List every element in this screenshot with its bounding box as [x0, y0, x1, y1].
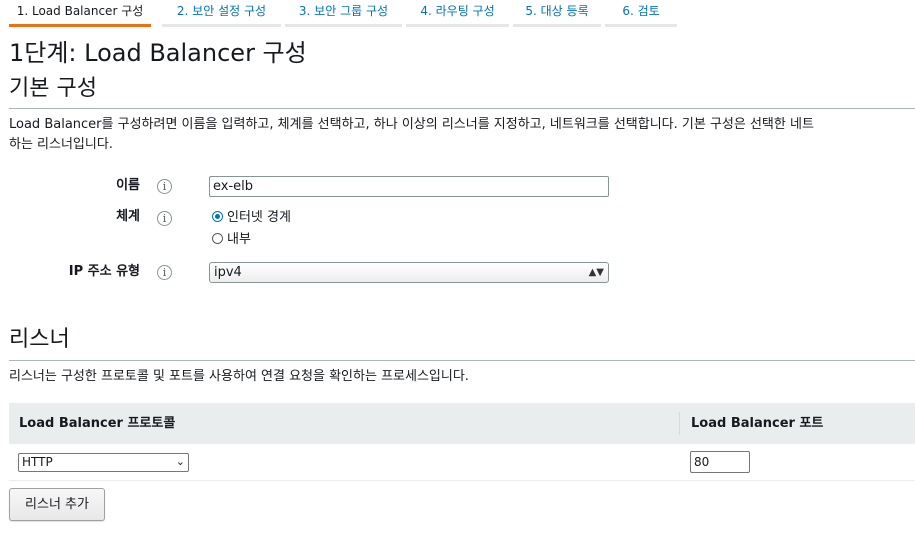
radio-checked[interactable]: [212, 211, 223, 222]
listeners-table-header: Load Balancer 프로토콜 Load Balancer 포트: [9, 403, 915, 444]
listener-protocol-select[interactable]: HTTP ⌄: [18, 453, 189, 472]
basic-config-description: Load Balancer를 구성하려면 이름을 입력하고, 체계를 선택하고,…: [9, 115, 915, 155]
tab-configure-security-settings[interactable]: 2. 보안 설정 구성: [162, 0, 281, 27]
name-label: 이름: [116, 178, 140, 193]
radio-unchecked[interactable]: [212, 233, 223, 244]
basic-config-description-line2: 하는 리스너입니다.: [9, 137, 113, 152]
tab-configure-security-groups[interactable]: 3. 보안 그룹 구성: [285, 0, 402, 27]
chevron-down-icon: ⌄: [175, 455, 185, 468]
scheme-option-internet-facing[interactable]: 인터넷 경계: [212, 209, 291, 227]
basic-config-description-line1: Load Balancer를 구성하려면 이름을 입력하고, 체계를 선택하고,…: [9, 117, 814, 132]
column-header-port: Load Balancer 포트: [691, 416, 824, 431]
ip-address-type-label: IP 주소 유형: [68, 264, 140, 279]
table-row-divider: [9, 480, 915, 481]
scheme-option-internal[interactable]: 내부: [212, 231, 251, 249]
section-divider: [9, 360, 915, 361]
page-title: 1단계: Load Balancer 구성: [9, 39, 307, 67]
column-header-protocol: Load Balancer 프로토콜: [19, 416, 176, 431]
info-icon[interactable]: i: [157, 265, 172, 280]
column-divider: [679, 412, 680, 435]
tab-register-targets[interactable]: 5. 대상 등록: [513, 0, 601, 27]
add-listener-button[interactable]: 리스너 추가: [9, 488, 105, 521]
ip-address-type-select[interactable]: ipv4 ▲▼: [209, 262, 609, 283]
up-down-arrows-icon: ▲▼: [588, 267, 604, 278]
listener-port-input[interactable]: [690, 451, 750, 473]
section-divider: [9, 108, 915, 109]
ip-address-type-value: ipv4: [214, 265, 242, 280]
listeners-description: 리스너는 구성한 프로토콜 및 포트를 사용하여 연결 요청을 확인하는 프로세…: [9, 369, 469, 384]
tab-configure-load-balancer[interactable]: 1. Load Balancer 구성: [9, 0, 151, 27]
scheme-label: 체계: [116, 209, 140, 224]
basic-config-heading: 기본 구성: [9, 76, 97, 101]
tab-review[interactable]: 6. 검토: [605, 0, 677, 27]
tab-configure-routing[interactable]: 4. 라우팅 구성: [406, 0, 509, 27]
name-input[interactable]: [209, 176, 609, 197]
info-icon[interactable]: i: [157, 211, 172, 226]
listener-protocol-value: HTTP: [22, 455, 53, 469]
info-icon[interactable]: i: [157, 179, 172, 194]
listeners-heading: 리스너: [9, 327, 70, 352]
scheme-option-label: 내부: [227, 232, 251, 247]
scheme-option-label: 인터넷 경계: [227, 210, 291, 225]
